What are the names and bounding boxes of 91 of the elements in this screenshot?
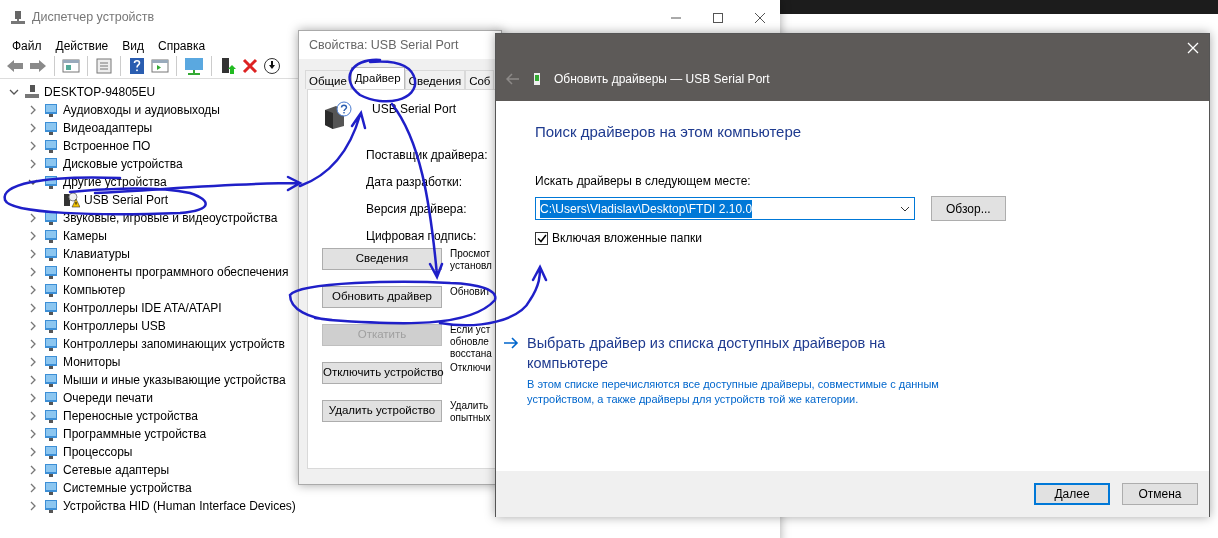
dialog-button[interactable]: Отмена: [1122, 483, 1198, 505]
device-icon: [43, 210, 59, 226]
device-icon: [43, 120, 59, 136]
device-icon: [43, 354, 59, 370]
menu-item[interactable]: Вид: [122, 37, 144, 51]
action-button[interactable]: Отключить устройство: [322, 362, 442, 384]
device-icon: [532, 72, 542, 86]
device-icon: [43, 480, 59, 496]
device-question-icon: [322, 100, 352, 130]
tree-item[interactable]: Переносные устройства: [63, 407, 199, 425]
tree-item[interactable]: Системные устройства: [63, 479, 192, 497]
tree-item[interactable]: USB Serial Port: [84, 191, 169, 209]
path-combobox[interactable]: C:\Users\Vladislav\Desktop\FTDI 2.10.0: [535, 197, 915, 220]
link-description: В этом списке перечисляются все доступные драйверы, совместимые с данным устройством, а также драйверы для устройств той же категории.: [527, 377, 940, 407]
panel-icon[interactable]: [62, 57, 80, 74]
device-icon: [43, 372, 59, 388]
device-icon: [43, 408, 59, 424]
device-update-icon[interactable]: [219, 56, 237, 75]
device-icon: [24, 84, 40, 100]
tab[interactable]: Драйвер: [350, 67, 405, 89]
dialog-button[interactable]: Далее: [1034, 483, 1110, 505]
action-description: Просмот установл: [450, 248, 492, 272]
tree-item[interactable]: Устройства HID (Human Interface Devices): [63, 497, 296, 515]
forward-arrow-icon[interactable]: [29, 57, 47, 74]
action-description: Удалить опытных: [450, 400, 491, 424]
action-description: Отключи: [450, 362, 491, 374]
window-title: Обновить драйверы — USB Serial Port: [554, 71, 770, 88]
tree-item[interactable]: Мыши и иные указывающие устройства: [63, 371, 286, 389]
device-icon: [43, 444, 59, 460]
tree-item[interactable]: Дисковые устройства: [63, 155, 183, 173]
tree-item[interactable]: Контроллеры запоминающих устройств: [63, 335, 285, 353]
tree-item[interactable]: Контроллеры IDE ATA/ATAPI: [63, 299, 222, 317]
download-icon[interactable]: [263, 56, 281, 75]
arrow-right-icon[interactable]: [503, 336, 519, 350]
tree-item[interactable]: Видеоадаптеры: [63, 119, 153, 137]
tree-item[interactable]: Очереди печати: [63, 389, 154, 407]
caret-icon[interactable]: [900, 205, 910, 212]
device-icon: [43, 336, 59, 352]
device-icon: [43, 174, 59, 190]
back-arrow-icon[interactable]: [6, 57, 24, 74]
page-heading: Поиск драйверов на этом компьютере: [535, 123, 803, 141]
action-button[interactable]: Сведения: [322, 248, 442, 270]
tree-item[interactable]: Камеры: [63, 227, 107, 245]
maximize-icon[interactable]: [712, 11, 724, 24]
menu-item[interactable]: Файл: [12, 37, 42, 51]
tree-item[interactable]: Компоненты программного обеспечения: [63, 263, 289, 281]
action-description: Обновит: [450, 286, 491, 298]
driver-list-link[interactable]: Выбрать драйвер из списка доступных драйверов на компьютере: [527, 333, 947, 373]
device-icon: [43, 282, 59, 298]
help-icon[interactable]: [128, 56, 146, 75]
checkbox-label: Включая вложенные папки: [552, 230, 702, 247]
tree-item[interactable]: Процессоры: [63, 443, 133, 461]
tree-item[interactable]: Программные устройства: [63, 425, 207, 443]
close-icon[interactable]: [754, 11, 766, 24]
tree-item[interactable]: Компьютер: [63, 281, 126, 299]
browse-button[interactable]: Обзор...: [931, 196, 1006, 221]
device-icon: [43, 390, 59, 406]
checkbox[interactable]: [535, 231, 548, 245]
tree-item[interactable]: Сетевые адаптеры: [63, 461, 170, 479]
device-icon: [43, 156, 59, 172]
tab[interactable]: Соб: [465, 70, 495, 89]
device-icon: [43, 138, 59, 154]
tree-item[interactable]: Контроллеры USB: [63, 317, 166, 335]
monitor-icon[interactable]: [184, 56, 204, 75]
tree-item[interactable]: DESKTOP-94805EU: [44, 83, 156, 101]
device-icon: [43, 426, 59, 442]
window-title: Диспетчер устройств: [32, 9, 155, 27]
device-icon: [43, 318, 59, 334]
device-icon: [43, 246, 59, 262]
device-icon: [43, 300, 59, 316]
tree-item[interactable]: Встроенное ПО: [63, 137, 151, 155]
tree-item[interactable]: Мониторы: [63, 353, 121, 371]
tab[interactable]: Общие: [305, 70, 351, 89]
panel-icon[interactable]: [151, 57, 169, 74]
device-icon: [43, 462, 59, 478]
device-icon: [43, 264, 59, 280]
window-title: Свойства: USB Serial Port: [309, 36, 459, 54]
field-label: Искать драйверы в следующем месте:: [535, 173, 752, 190]
action-button[interactable]: Удалить устройство: [322, 400, 442, 422]
app-icon: [10, 9, 26, 26]
menu-item[interactable]: Действие: [55, 37, 109, 51]
tree-item[interactable]: Аудиовходы и аудиовыходы: [63, 101, 220, 119]
action-button[interactable]: Обновить драйвер: [322, 286, 442, 308]
device-icon: [43, 228, 59, 244]
tree-item[interactable]: Звуковые, игровые и видеоустройства: [63, 209, 278, 227]
device-icon: [43, 498, 59, 514]
tree-item[interactable]: Клавиатуры: [63, 245, 130, 263]
device-icon: [43, 102, 59, 118]
check-icon: [536, 233, 547, 243]
close-icon[interactable]: [242, 57, 258, 74]
menu-item[interactable]: Справка: [158, 37, 206, 51]
